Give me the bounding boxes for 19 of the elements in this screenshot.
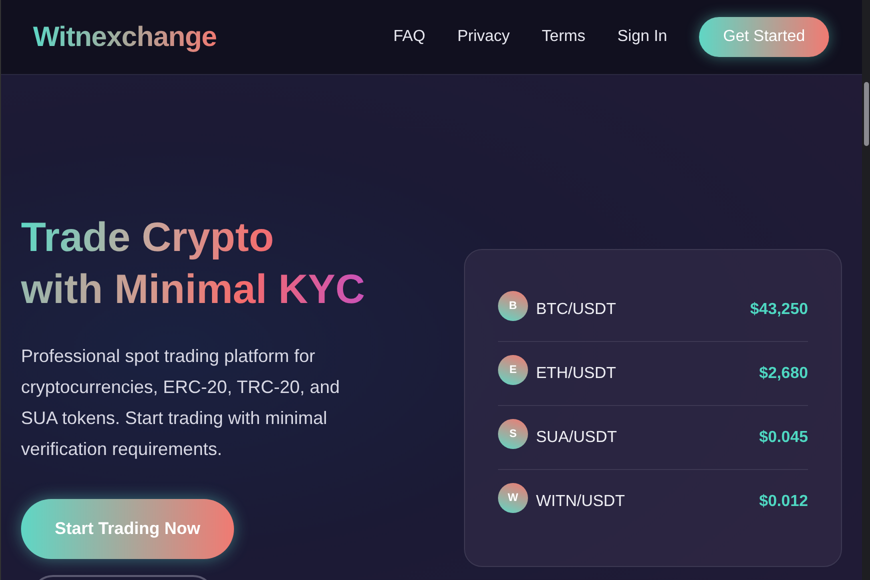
scrollbar[interactable] (862, 0, 870, 580)
pair-name: BTC/USDT (536, 300, 616, 318)
pair-name: WITN/USDT (536, 492, 625, 510)
nav-link[interactable]: FAQ (393, 28, 426, 46)
coin-icon: B (498, 290, 528, 320)
pair-price: $0.012 (759, 492, 808, 510)
scrollbar-thumb[interactable] (864, 82, 868, 146)
pair-name: SUA/USDT (536, 428, 617, 446)
nav-link[interactable]: Privacy (457, 28, 510, 46)
pair-price: $2,680 (759, 364, 808, 382)
coin-icon: W (498, 482, 528, 512)
hero-description: Professional spot trading platform for cryptocurrencies, ERC-20, TRC-20, and SUA tokens. Start trading with minimal verification requirements. (21, 345, 341, 461)
coin-icon: S (498, 418, 528, 448)
nav-link[interactable]: Terms (542, 28, 586, 46)
coin-icon: E (498, 354, 528, 384)
pair-price: $0.045 (759, 428, 808, 446)
pair-name: ETH/USDT (536, 364, 616, 382)
nav-link[interactable]: Sign In (617, 28, 668, 46)
pair-price: $43,250 (750, 300, 808, 318)
